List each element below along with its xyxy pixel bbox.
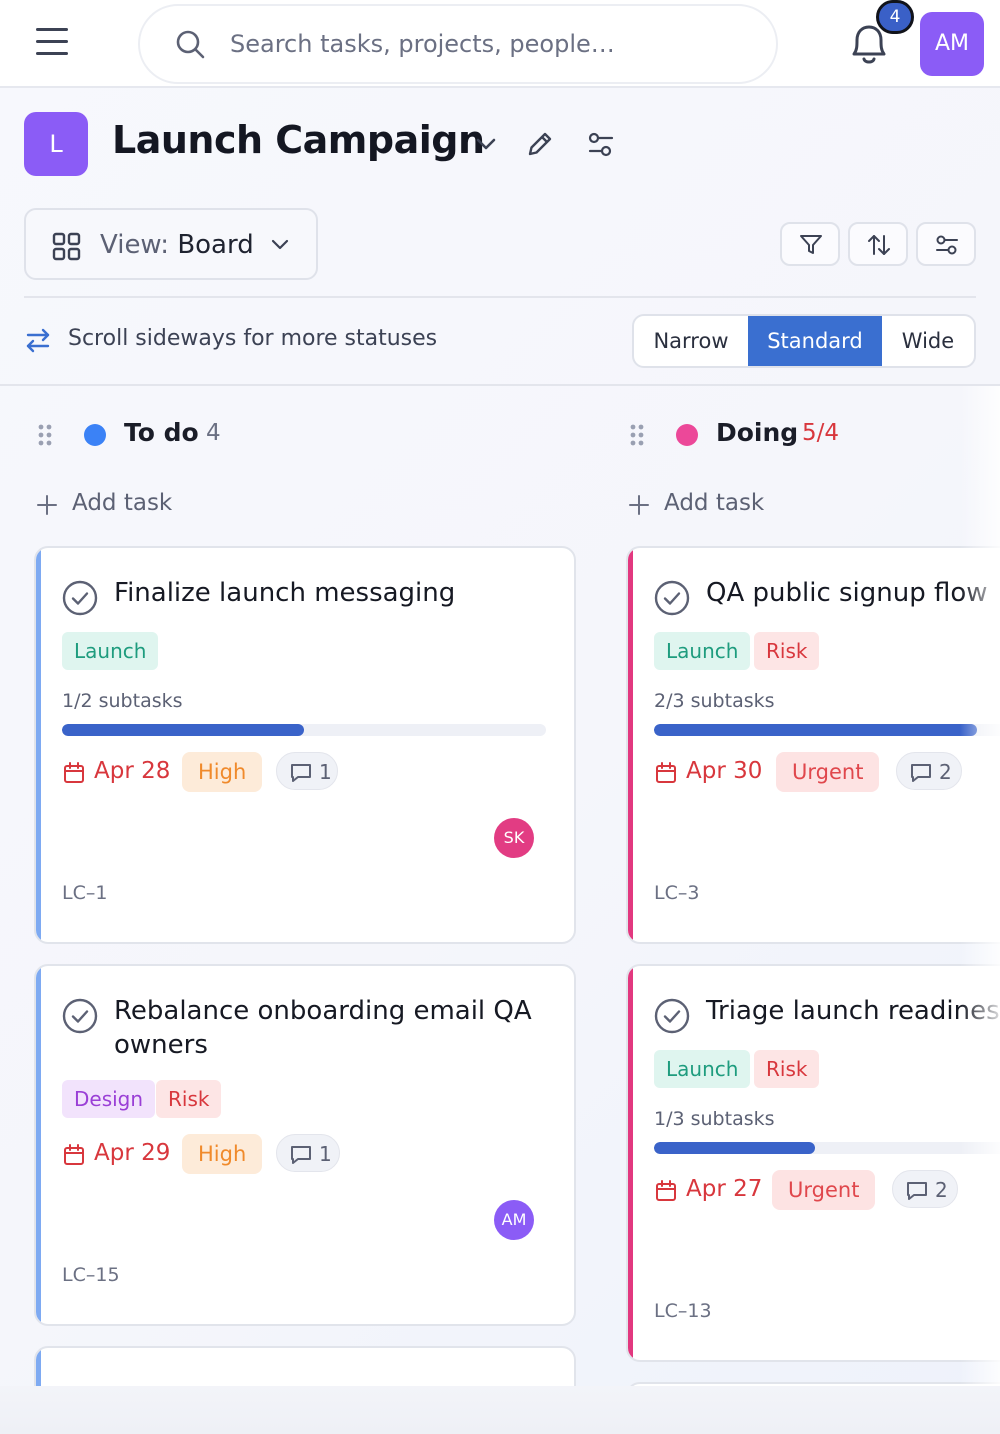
board: To do 4 Add task Finalize launch messagi… [0, 386, 1000, 1386]
task-card[interactable]: QA public signup flow Launch Risk 2/3 su… [626, 546, 1000, 944]
tag-launch: Launch [62, 632, 159, 670]
column-header: To do 4 [36, 416, 576, 452]
card-status-bar [36, 966, 41, 1324]
assignee-avatar[interactable]: AM [494, 1200, 534, 1240]
priority-badge: High [182, 1134, 263, 1174]
check-circle-icon[interactable] [654, 998, 690, 1034]
column-header: Doing 5/4 [628, 416, 1000, 452]
display-settings-button[interactable] [916, 222, 976, 266]
chevron-down-icon [271, 239, 289, 250]
plus-icon [37, 495, 57, 515]
subtask-progress [62, 724, 546, 736]
status-dot [84, 424, 106, 446]
column-title: To do [124, 418, 199, 447]
comment-count[interactable]: 1 [276, 752, 338, 790]
card-title: Finalize launch messaging [114, 578, 456, 608]
sort-button[interactable] [848, 222, 908, 266]
subtask-count: 1/2 subtasks [62, 690, 183, 712]
density-narrow[interactable]: Narrow [634, 316, 748, 366]
comment-icon [291, 1146, 311, 1164]
top-bar: 4 AM [0, 0, 1000, 88]
search-input[interactable] [230, 22, 750, 66]
filter-icon [800, 235, 822, 254]
tag-launch: Launch [654, 632, 751, 670]
drag-handle-icon[interactable] [628, 422, 646, 448]
tag-risk: Risk [754, 632, 820, 670]
task-card[interactable]: Triage launch readiness Launch Risk 1/3 … [626, 964, 1000, 1362]
comment-icon [291, 764, 311, 782]
task-key: LC–1 [62, 882, 108, 904]
subtask-count: 2/3 subtasks [654, 690, 775, 712]
settings-sliders-icon [936, 235, 958, 255]
density-standard[interactable]: Standard [748, 316, 882, 366]
project-icon: L [24, 112, 88, 176]
task-key: LC–3 [654, 882, 700, 904]
view-select[interactable]: View: Board [24, 208, 318, 280]
view-label: View: Board [100, 230, 254, 260]
scroll-hint: Scroll sideways for more statuses [68, 326, 438, 351]
search-icon [176, 30, 205, 59]
calendar-icon [656, 762, 676, 783]
search-box[interactable] [138, 4, 778, 84]
notification-badge: 4 [876, 0, 914, 34]
card-status-bar [36, 1348, 41, 1386]
check-circle-icon[interactable] [654, 580, 690, 616]
chevron-down-icon[interactable] [474, 134, 498, 154]
tag-launch: Launch [654, 1050, 751, 1088]
density-wide[interactable]: Wide [882, 316, 974, 366]
comment-icon [907, 1182, 927, 1200]
calendar-icon [656, 1180, 676, 1201]
subtask-count: 1/3 subtasks [654, 1108, 775, 1130]
card-status-bar [628, 548, 633, 942]
card-status-bar [628, 966, 633, 1360]
status-dot [676, 424, 698, 446]
calendar-icon [64, 1144, 84, 1165]
column-count: 4 [206, 420, 221, 446]
task-key: LC–13 [654, 1300, 712, 1322]
task-card[interactable]: Finalize launch messaging Launch 1/2 sub… [34, 546, 576, 944]
subtask-progress [654, 724, 1000, 736]
edit-icon[interactable] [524, 128, 556, 160]
project-title: Launch Campaign [112, 118, 485, 162]
subtask-progress [654, 1142, 1000, 1154]
tag-risk: Risk [754, 1050, 820, 1088]
priority-badge: High [182, 752, 263, 792]
swap-horizontal-icon [26, 328, 50, 353]
priority-badge: Urgent [776, 752, 880, 792]
comment-count[interactable]: 1 [276, 1134, 340, 1172]
comment-count[interactable]: 2 [892, 1170, 958, 1208]
drag-handle-icon[interactable] [36, 422, 54, 448]
view-value: Board [177, 230, 254, 260]
comment-icon [911, 764, 931, 782]
tag-design: Design [62, 1080, 156, 1118]
column-count: 5/4 [802, 420, 840, 446]
task-card[interactable]: Rebalance onboarding email QA owners Des… [34, 964, 576, 1326]
task-card[interactable] [34, 1346, 576, 1386]
filter-button[interactable] [780, 222, 840, 266]
card-title: Rebalance onboarding email QA owners [114, 996, 532, 1060]
settings-sliders-icon[interactable] [586, 130, 616, 160]
check-circle-icon[interactable] [62, 580, 98, 616]
card-title: QA public signup flow [706, 578, 988, 608]
grid-icon [52, 232, 81, 261]
card-status-bar [36, 548, 41, 942]
comment-count[interactable]: 2 [896, 752, 962, 790]
check-circle-icon[interactable] [62, 998, 98, 1034]
calendar-icon [64, 762, 84, 783]
task-key: LC–15 [62, 1264, 120, 1286]
assignee-avatar[interactable]: SK [494, 818, 534, 858]
priority-badge: Urgent [772, 1170, 876, 1210]
sort-icon [868, 235, 890, 255]
menu-icon[interactable] [36, 28, 68, 58]
user-avatar[interactable]: AM [920, 12, 984, 76]
divider [24, 296, 976, 298]
tag-risk: Risk [156, 1080, 222, 1118]
column-title: Doing [716, 418, 799, 447]
card-title: Triage launch readiness [706, 996, 1000, 1026]
bottom-fade [0, 1386, 1000, 1434]
density-toggle: Narrow Standard Wide [632, 314, 976, 368]
plus-icon [629, 495, 649, 515]
